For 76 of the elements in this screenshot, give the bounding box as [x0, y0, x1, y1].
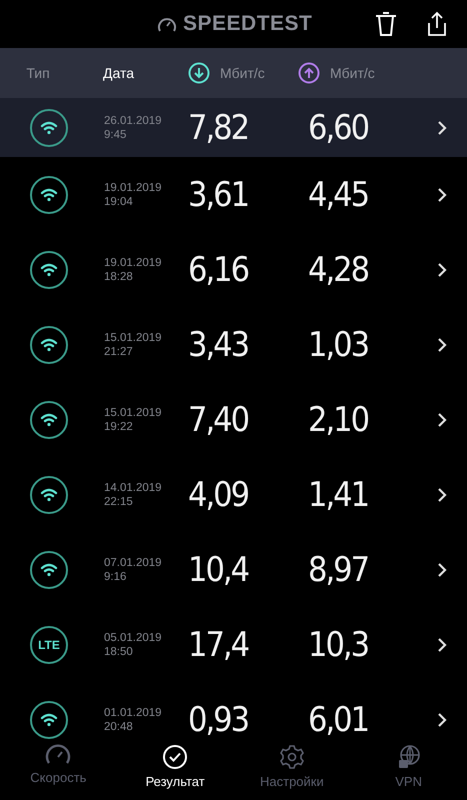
result-time: 19:04: [104, 194, 134, 208]
chevron-right-icon: [437, 712, 447, 728]
wifi-icon: [30, 700, 68, 738]
wifi-icon: [30, 250, 68, 288]
upload-speed: 8,97: [308, 550, 370, 590]
chevron-right-icon: [437, 120, 447, 136]
result-date: 14.01.2019: [104, 480, 163, 494]
result-date: 19.01.2019: [104, 256, 163, 270]
chevron-right-icon: [437, 486, 447, 502]
result-time: 22:15: [104, 494, 134, 508]
wifi-icon: [30, 108, 68, 146]
share-icon[interactable]: [427, 11, 447, 37]
result-time: 20:48: [104, 720, 134, 734]
upload-speed: 1,03: [308, 324, 370, 364]
network-type-badge: LTE: [30, 626, 68, 664]
download-speed: 7,82: [188, 108, 250, 148]
result-time: 9:45: [104, 128, 128, 142]
wifi-icon: [30, 176, 68, 214]
delete-icon[interactable]: [375, 11, 397, 37]
result-date: 15.01.2019: [104, 406, 163, 420]
upload-speed: 4,28: [308, 250, 370, 290]
upload-speed: 6,60: [308, 108, 370, 148]
settings-icon: [278, 744, 305, 770]
upload-speed: 1,41: [308, 474, 370, 514]
column-header[interactable]: Мбит/с: [220, 65, 265, 81]
chevron-right-icon: [437, 336, 447, 352]
result-time: 19:22: [104, 420, 134, 434]
result-date: 19.01.2019: [104, 180, 163, 194]
download-speed: 6,16: [188, 250, 250, 290]
result-time: 21:27: [104, 344, 134, 358]
column-header[interactable]: Тип: [0, 65, 76, 81]
download-speed: 10,4: [188, 550, 250, 590]
wifi-icon: [30, 550, 68, 588]
upload-speed: 10,3: [308, 624, 370, 664]
download-speed: 3,43: [188, 324, 250, 364]
chevron-right-icon: [437, 186, 447, 202]
result-row[interactable]: 15.01.2019 19:22 7,40 2,10: [0, 382, 467, 457]
check-circle-icon: [162, 744, 188, 770]
app-logo: SPEEDTEST: [157, 12, 312, 36]
chevron-right-icon: [437, 412, 447, 428]
result-time: 9:16: [104, 570, 128, 584]
upload-speed: 6,01: [308, 700, 370, 740]
result-date: 05.01.2019: [104, 630, 163, 644]
wifi-icon: [30, 476, 68, 514]
result-row[interactable]: 07.01.2019 9:16 10,4 8,97: [0, 532, 467, 607]
download-speed: 7,40: [188, 400, 250, 440]
result-date: 26.01.2019: [104, 114, 163, 128]
upload-speed: 2,10: [308, 400, 370, 440]
result-row[interactable]: 01.01.2019 20:48 0,93 6,01: [0, 682, 467, 742]
result-row[interactable]: 19.01.2019 19:04 3,61 4,45: [0, 157, 467, 232]
result-time: 18:28: [104, 270, 134, 284]
upload-speed: 4,45: [308, 174, 370, 214]
column-header[interactable]: Дата: [76, 65, 158, 81]
result-row[interactable]: 26.01.2019 9:45 7,82 6,60: [0, 98, 467, 157]
download-speed: 3,61: [188, 174, 250, 214]
result-row[interactable]: 19.01.2019 18:28 6,16 4,28: [0, 232, 467, 307]
result-time: 18:50: [104, 644, 134, 658]
upload-icon: [298, 62, 320, 84]
speedometer-icon: [45, 744, 72, 766]
result-date: 15.01.2019: [104, 330, 163, 344]
column-header[interactable]: Мбит/с: [330, 65, 375, 81]
result-row[interactable]: 14.01.2019 22:15 4,09 1,41: [0, 457, 467, 532]
download-speed: 17,4: [188, 624, 250, 664]
download-icon: [188, 62, 210, 84]
result-date: 07.01.2019: [104, 556, 163, 570]
result-row[interactable]: LTE 05.01.2019 18:50 17,4 10,3: [0, 607, 467, 682]
download-speed: 4,09: [188, 474, 250, 514]
wifi-icon: [30, 326, 68, 364]
chevron-right-icon: [437, 562, 447, 578]
chevron-right-icon: [437, 636, 447, 652]
result-date: 01.01.2019: [104, 706, 163, 720]
download-speed: 0,93: [188, 700, 250, 740]
chevron-right-icon: [437, 262, 447, 278]
nav-tab[interactable]: Результат: [116, 742, 234, 800]
result-row[interactable]: 15.01.2019 21:27 3,43 1,03: [0, 307, 467, 382]
wifi-icon: [30, 400, 68, 438]
